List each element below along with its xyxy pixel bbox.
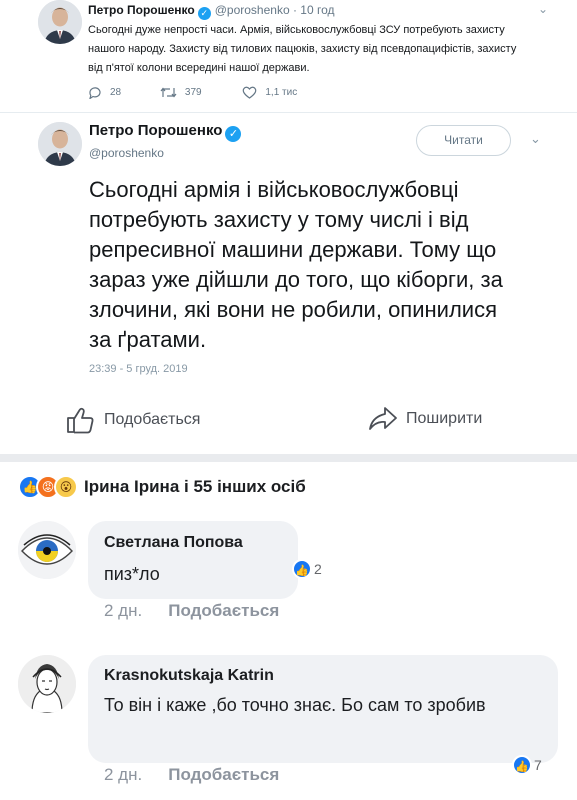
comment-like-link[interactable]: Подобається [168, 601, 279, 620]
chevron-down-icon[interactable]: ⌄ [530, 131, 541, 147]
like-tweet-button[interactable]: 1,1 тис [242, 86, 297, 99]
heart-icon [243, 86, 257, 99]
post-like-button[interactable]: Подобається [66, 406, 200, 434]
reactions-summary[interactable]: 👍 😡 😮 Ірина Ірина і 55 інших осіб [18, 475, 306, 501]
tweet-main-timestamp[interactable]: 23:39 - 5 груд. 2019 [89, 363, 188, 375]
comment-meta: 2 дн. Подобається [104, 601, 279, 621]
like-count: 1,1 тис [265, 87, 298, 98]
tweet-small-header: Петро Порошенко ✓ @poroshenko · 10 год [88, 3, 335, 20]
reply-icon [89, 87, 101, 100]
section-divider [0, 454, 577, 462]
tweet-small-actions: 28 379 1,1 тис [88, 86, 297, 102]
like-reaction-icon: 👍 [292, 559, 312, 579]
comment-like-link[interactable]: Подобається [168, 765, 279, 784]
tweet-small-text: Сьогодні дуже непрості часи. Армія, війс… [88, 24, 517, 74]
comment-bubble: Светлана Попова пиз*ло [88, 521, 298, 599]
retweet-button[interactable]: 379 [160, 86, 202, 99]
retweet-icon [160, 87, 177, 98]
verified-badge-icon: ✓ [225, 126, 242, 142]
tweet-small-avatar[interactable] [38, 0, 82, 44]
thumbs-up-icon [67, 407, 94, 434]
comment-avatar[interactable] [18, 521, 76, 579]
tweet-main-header: Петро Порошенко ✓ [89, 122, 242, 142]
comment-text: пиз*ло [104, 564, 160, 584]
comment-meta: 2 дн. Подобається [104, 765, 279, 785]
comment-avatar[interactable] [18, 655, 76, 713]
comment-reaction-count: 2 [314, 561, 322, 577]
chevron-down-icon[interactable]: ⌄ [538, 2, 548, 16]
post-share-label: Поширити [406, 410, 483, 428]
tweet-main-avatar[interactable] [38, 122, 82, 166]
tweet-small-handle-time: @poroshenko · 10 год [214, 3, 335, 17]
reactions-summary-text: Ірина Ірина і 55 інших осіб [84, 477, 306, 496]
tweet-main-text: Сьогодні армія і військовослужбовці потр… [89, 177, 503, 352]
reply-button[interactable]: 28 [88, 86, 122, 100]
divider [0, 112, 577, 113]
comment-author[interactable]: Krasnokutskaja Katrin [104, 667, 274, 685]
tweet-small-author[interactable]: Петро Порошенко [88, 3, 195, 17]
tweet-main-handle[interactable]: @poroshenko [89, 146, 164, 160]
comment-time[interactable]: 2 дн. [104, 601, 142, 620]
like-reaction-icon: 👍 [512, 755, 532, 775]
comment-bubble: Krasnokutskaja Katrin То він і каже ,бо … [88, 655, 558, 763]
retweet-count: 379 [184, 87, 202, 98]
post-share-button[interactable]: Поширити [368, 406, 482, 432]
wow-reaction-icon: 😮 [54, 475, 78, 499]
post-like-label: Подобається [104, 411, 201, 429]
tweet-main-author[interactable]: Петро Порошенко [89, 122, 222, 139]
comment-reaction-count: 7 [534, 757, 542, 773]
follow-button[interactable]: Читати [416, 125, 511, 156]
comment-author[interactable]: Светлана Попова [104, 534, 243, 552]
comment-reactions[interactable]: 👍 7 [512, 755, 542, 775]
comment-text: То він і каже ,бо точно знає. Бо сам то … [104, 695, 486, 715]
comment-time[interactable]: 2 дн. [104, 765, 142, 784]
verified-badge-icon: ✓ [197, 7, 211, 20]
comment-reactions[interactable]: 👍 2 [292, 559, 322, 579]
share-arrow-icon [369, 407, 397, 430]
reply-count: 28 [110, 87, 122, 98]
